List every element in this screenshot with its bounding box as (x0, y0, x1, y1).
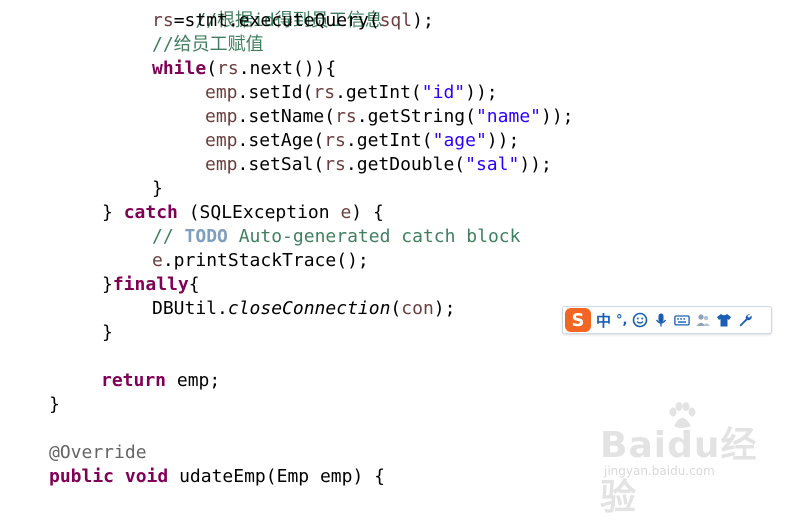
code-line: //给员工赋值 (152, 33, 264, 57)
string-literal: "id" (421, 82, 466, 103)
code-text: )); (465, 82, 498, 103)
code-text: } (102, 274, 113, 295)
code-text: )); (541, 106, 574, 127)
code-line: } (102, 321, 113, 345)
variable: e (152, 250, 163, 271)
keyword: finally (112, 274, 189, 295)
keyword: return (101, 370, 167, 391)
code-line: DBUtil.closeConnection(con); (152, 297, 455, 321)
string-literal: "sal" (465, 154, 520, 175)
baidu-watermark: Baidu经验 jingyan.baidu.com (600, 402, 780, 518)
shirt-icon[interactable] (716, 312, 732, 328)
sogou-logo[interactable]: S (565, 308, 591, 332)
variable: rs (152, 10, 174, 31)
code-line: emp.setId(rs.getInt("id")); (205, 81, 498, 105)
punctuation-toggle[interactable]: °, (616, 313, 627, 328)
static-method: closeConnection (227, 298, 391, 319)
keyboard-icon[interactable] (674, 312, 691, 328)
code-line: emp.setAge(rs.getInt("age")); (205, 129, 519, 153)
code-text: emp; (166, 370, 221, 391)
code-text: ( (206, 58, 218, 79)
code-line: } catch (SQLException e) { (102, 201, 384, 225)
code-text: ) { (351, 202, 384, 223)
code-line: public void udateEmp(Emp emp) { (49, 465, 385, 489)
variable: rs (324, 130, 346, 151)
code-text: .setId( (237, 82, 314, 103)
code-text: (SQLException (177, 202, 341, 223)
todo-tag: TODO (184, 226, 228, 247)
code-text: { (188, 274, 200, 295)
comment: //给员工赋值 (152, 34, 264, 55)
code-line: while(rs.next()){ (152, 57, 336, 81)
code-text: .getInt( (345, 130, 433, 151)
code-text: .setAge( (237, 130, 325, 151)
code-text: } (102, 322, 113, 343)
code-text: )); (486, 130, 520, 151)
code-text: DBUtil. (152, 298, 228, 319)
code-line: // TODO Auto-generated catch block (152, 225, 520, 249)
code-text: .getString( (356, 106, 476, 127)
code-line: rs=stmt.executeQuery(sql); (152, 9, 434, 33)
annotation: @Override (49, 442, 147, 463)
string-literal: "name" (475, 106, 541, 127)
code-text: )); (519, 154, 552, 175)
variable: emp (205, 106, 238, 127)
chinese-mode-toggle[interactable]: 中 (596, 310, 611, 331)
code-text: } (49, 394, 60, 415)
microphone-icon[interactable] (653, 312, 669, 328)
code-text: .getDouble( (345, 154, 466, 175)
smiley-icon[interactable] (632, 312, 648, 328)
code-text: } (102, 202, 124, 223)
code-line: } (152, 177, 163, 201)
keyword: public (49, 466, 115, 487)
keyword: catch (123, 202, 178, 223)
variable: rs (335, 106, 357, 127)
variable: e (340, 202, 352, 223)
code-text: ); (433, 298, 456, 319)
code-text: .setName( (237, 106, 336, 127)
code-line: emp.setName(rs.getString("name")); (205, 105, 574, 129)
variable: emp (205, 82, 238, 103)
code-text: =stmt.executeQuery( (173, 10, 380, 31)
keyword: void (124, 466, 169, 487)
string-literal: "age" (432, 130, 487, 151)
code-text: ); (412, 10, 434, 31)
code-text: ( (390, 298, 402, 319)
variable: emp (205, 154, 238, 175)
code-text: .getInt( (335, 82, 422, 103)
code-text: .printStackTrace(); (162, 250, 369, 271)
variable: rs (217, 58, 239, 79)
code-line: e.printStackTrace(); (152, 249, 369, 273)
code-text: } (152, 178, 163, 199)
code-line: //根据id得到员工信息 (152, 0, 382, 31)
code-line: }finally{ (102, 273, 200, 297)
code-line: @Override (49, 441, 147, 465)
code-line: emp.setSal(rs.getDouble("sal")); (205, 153, 552, 177)
code-line: return emp; (101, 369, 220, 393)
watermark-url: jingyan.baidu.com (604, 464, 715, 478)
variable: emp (205, 130, 238, 151)
users-icon[interactable] (695, 312, 711, 328)
variable: con (401, 298, 434, 319)
variable: rs (324, 154, 346, 175)
code-text: udateEmp(Emp emp) { (168, 466, 385, 487)
comment: Auto-generated catch block (227, 226, 521, 247)
code-text: .next()){ (238, 58, 337, 79)
ime-toolbar[interactable]: S 中 °, (562, 306, 772, 334)
comment: // (152, 226, 185, 247)
code-text: .setSal( (237, 154, 325, 175)
code-line: } (49, 393, 60, 417)
variable: rs (313, 82, 336, 103)
wrench-icon[interactable] (737, 312, 753, 328)
variable: sql (379, 10, 413, 31)
keyword: while (152, 58, 207, 79)
